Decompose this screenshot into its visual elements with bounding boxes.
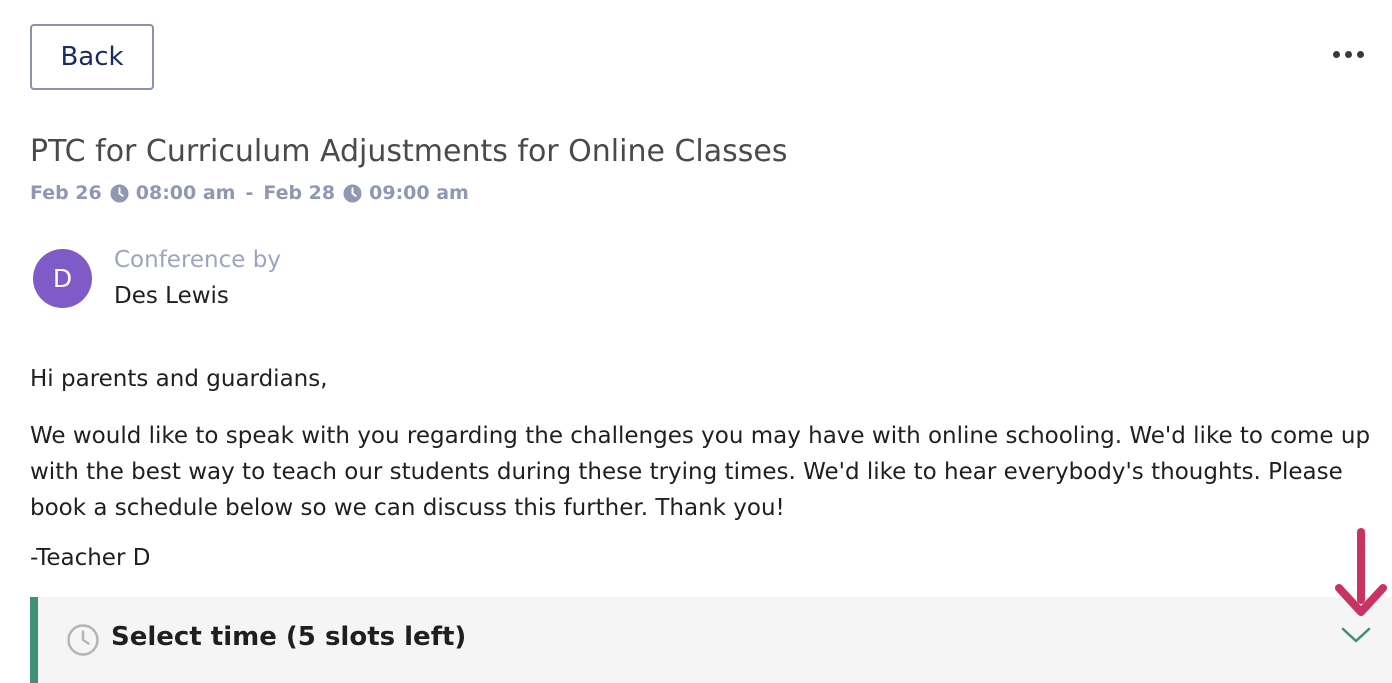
avatar: D [33,249,92,308]
message-greeting: Hi parents and guardians, [30,366,328,392]
more-options-icon[interactable] [1326,36,1370,72]
more-dot [1332,50,1340,58]
more-dot [1344,50,1352,58]
annotation-arrow-down-icon [1335,528,1387,616]
back-button[interactable]: Back [30,24,154,90]
organizer-name: Des Lewis [114,283,229,309]
clock-outline-icon [67,624,99,656]
end-time: 09:00 am [369,182,469,204]
chevron-down-icon[interactable] [1340,625,1372,645]
start-time: 08:00 am [135,182,236,204]
select-time-label: Select time (5 slots left) [111,622,467,652]
clock-icon [110,183,129,203]
message-body: We would like to speak with you regardin… [30,423,1371,521]
message-signature: -Teacher D [30,545,151,571]
date-separator: - [245,182,254,204]
conference-dates: Feb 26 08:00 am - Feb 28 09:00 am [30,182,469,204]
organizer-caption: Conference by [114,247,281,273]
more-dot [1356,50,1364,58]
page-title: PTC for Curriculum Adjustments for Onlin… [30,134,788,169]
end-date: Feb 28 [263,182,336,204]
start-date: Feb 26 [30,182,102,204]
select-time-dropdown[interactable]: Select time (5 slots left) [30,597,1392,683]
clock-icon [343,183,362,203]
